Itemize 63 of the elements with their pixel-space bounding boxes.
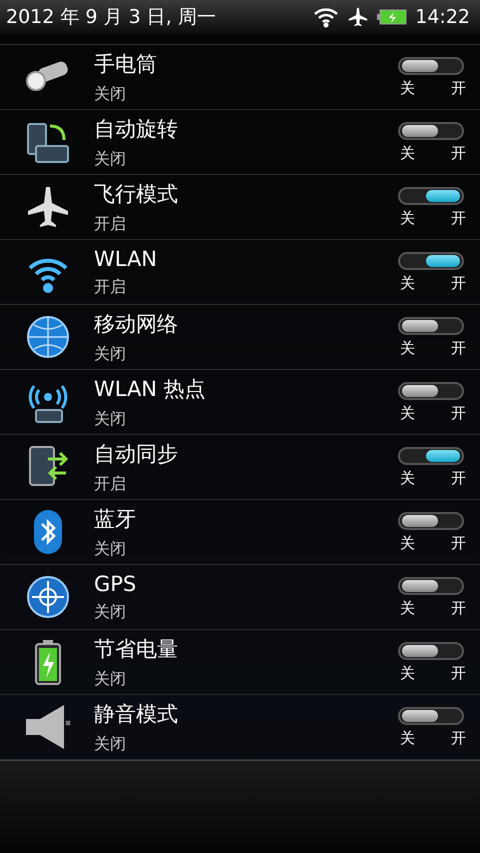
toggle-switch[interactable] bbox=[398, 56, 464, 74]
battery-charging-icon bbox=[377, 9, 408, 25]
setting-status: 关闭 bbox=[94, 408, 127, 430]
on-label: 开 bbox=[451, 274, 466, 292]
setting-name: 飞行模式 bbox=[94, 180, 179, 208]
toggle-switch[interactable] bbox=[398, 576, 464, 594]
setting-status: 关闭 bbox=[94, 734, 127, 754]
on-label: 开 bbox=[451, 144, 466, 162]
setting-status: 关闭 bbox=[94, 148, 127, 170]
on-label: 开 bbox=[451, 468, 466, 488]
toggle-switch[interactable] bbox=[398, 512, 464, 530]
off-label: 关 bbox=[400, 338, 415, 358]
off-label: 关 bbox=[400, 728, 415, 748]
globe-icon bbox=[24, 313, 72, 361]
setting-status: 开启 bbox=[94, 276, 127, 298]
status-time: 14:22 bbox=[415, 6, 470, 28]
setting-status: 开启 bbox=[94, 474, 127, 494]
gps-icon bbox=[24, 573, 72, 621]
off-label: 关 bbox=[400, 274, 415, 292]
on-label: 开 bbox=[451, 728, 466, 748]
off-label: 关 bbox=[400, 664, 415, 682]
off-label: 关 bbox=[400, 78, 415, 98]
status-date: 2012 年 9 月 3 日, 周一 bbox=[6, 5, 216, 30]
toggle-switch[interactable] bbox=[398, 252, 464, 270]
setting-name: 移动网络 bbox=[94, 310, 179, 338]
setting-name: WLAN bbox=[94, 246, 158, 270]
off-label: 关 bbox=[400, 534, 415, 552]
toggle-switch[interactable] bbox=[398, 642, 464, 660]
wifi-signal-icon bbox=[313, 6, 340, 28]
setting-name: 静音模式 bbox=[94, 700, 179, 728]
speaker-icon bbox=[24, 703, 72, 751]
setting-status: 关闭 bbox=[94, 344, 127, 364]
off-label: 关 bbox=[400, 208, 415, 228]
toggle-switch[interactable] bbox=[398, 316, 464, 334]
on-label: 开 bbox=[451, 404, 466, 422]
toggle-switch[interactable] bbox=[398, 122, 464, 140]
on-label: 开 bbox=[451, 664, 466, 682]
toggle-switch[interactable] bbox=[398, 186, 464, 204]
toggle-switch[interactable] bbox=[398, 446, 464, 464]
setting-name: 节省电量 bbox=[94, 636, 179, 662]
on-label: 开 bbox=[451, 534, 466, 552]
toggle-switch[interactable] bbox=[398, 706, 464, 724]
airplane-mode-icon bbox=[347, 6, 370, 28]
toggle-switch[interactable] bbox=[398, 382, 464, 400]
off-label: 关 bbox=[400, 468, 415, 488]
setting-status: 开启 bbox=[94, 214, 127, 234]
on-label: 开 bbox=[451, 78, 466, 98]
setting-name: 蓝牙 bbox=[94, 506, 137, 532]
setting-name: 自动同步 bbox=[94, 440, 179, 468]
setting-status: 关闭 bbox=[94, 84, 127, 104]
on-label: 开 bbox=[451, 208, 466, 228]
off-label: 关 bbox=[400, 598, 415, 618]
off-label: 关 bbox=[400, 144, 415, 162]
setting-name: 手电筒 bbox=[94, 50, 158, 78]
setting-status: 关闭 bbox=[94, 538, 127, 560]
setting-status: 关闭 bbox=[94, 602, 127, 622]
setting-status: 关闭 bbox=[94, 668, 127, 690]
setting-name: 自动旋转 bbox=[94, 116, 179, 142]
on-label: 开 bbox=[451, 338, 466, 358]
on-label: 开 bbox=[451, 598, 466, 618]
setting-name: GPS bbox=[94, 572, 138, 596]
off-label: 关 bbox=[400, 404, 415, 422]
setting-name: WLAN 热点 bbox=[94, 376, 207, 402]
